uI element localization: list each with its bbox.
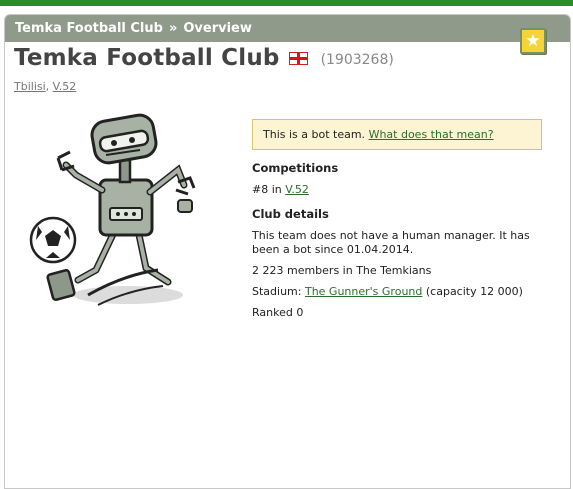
manager-status: This team does not have a human manager.… [252, 229, 530, 256]
competitions-heading: Competitions [252, 161, 339, 175]
bot-notice-text: This is a bot team. [263, 128, 366, 141]
members-count: 2 223 members in The Temkians [252, 264, 432, 277]
favorite-star-button[interactable]: ★ [520, 28, 546, 54]
breadcrumb-current-page: Overview [183, 21, 252, 36]
club-title-row: Temka Football Club (1903268) [14, 45, 394, 71]
bot-info-link[interactable]: What does that mean? [369, 128, 494, 141]
star-icon: ★ [525, 30, 541, 51]
league-link[interactable]: V.52 [53, 80, 77, 93]
top-bar [0, 0, 573, 6]
breadcrumb: Temka Football Club » Overview [5, 15, 570, 42]
club-info: This is a bot team. What does that mean?… [252, 119, 542, 327]
page-title: Temka Football Club [14, 45, 280, 71]
club-details-heading: Club details [252, 207, 329, 221]
city-link[interactable]: Tbilisi [14, 80, 46, 93]
breadcrumb-club-link[interactable]: Temka Football Club [15, 21, 163, 36]
breadcrumb-separator: » [168, 21, 178, 36]
club-location: Tbilisi, V.52 [14, 80, 77, 93]
robot-mascot-image [29, 113, 196, 306]
competition-position: #8 in V.52 [252, 183, 542, 197]
stadium-capacity: (capacity 12 000) [425, 285, 523, 298]
bot-notice: This is a bot team. What does that mean? [252, 119, 542, 150]
ranking: Ranked 0 [252, 306, 304, 319]
team-id: (1903268) [320, 52, 394, 68]
competition-league-link[interactable]: V.52 [285, 183, 309, 196]
stadium-label: Stadium: [252, 285, 302, 298]
georgia-flag-icon [288, 51, 308, 65]
stadium-link[interactable]: The Gunner's Ground [305, 285, 422, 298]
competition-rank: #8 in [252, 183, 282, 196]
stadium-info: Stadium: The Gunner's Ground (capacity 1… [252, 285, 542, 299]
